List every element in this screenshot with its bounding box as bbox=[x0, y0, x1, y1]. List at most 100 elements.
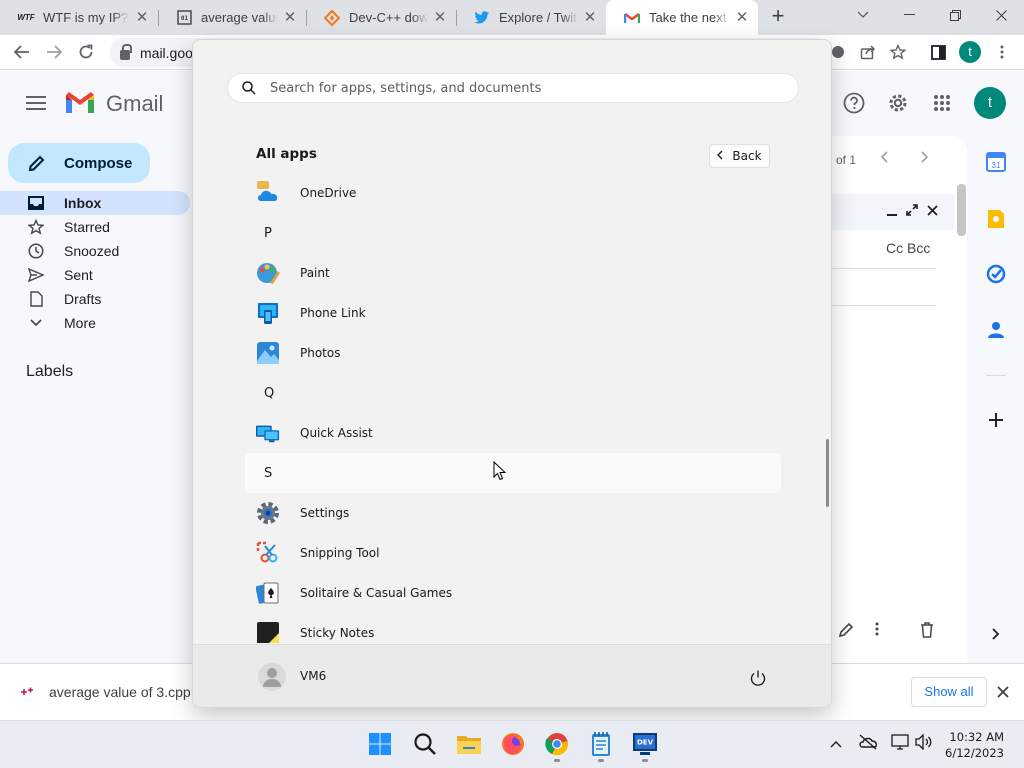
apps-grid-icon[interactable] bbox=[930, 91, 954, 115]
close-icon[interactable]: ✕ bbox=[282, 9, 298, 26]
nav-label: Drafts bbox=[64, 291, 102, 307]
calendar-icon[interactable]: 31 bbox=[983, 149, 1009, 175]
volume-icon[interactable] bbox=[915, 733, 933, 753]
restore-button[interactable] bbox=[932, 0, 978, 30]
letter-group-q[interactable]: Q bbox=[245, 373, 781, 413]
lock-icon bbox=[120, 43, 132, 60]
cloud-offline-icon[interactable] bbox=[858, 734, 878, 753]
show-hidden-icons-chevron-icon[interactable] bbox=[830, 735, 842, 751]
help-icon[interactable] bbox=[842, 91, 866, 115]
nav-label: Sent bbox=[64, 267, 93, 283]
app-item-phone-link[interactable]: Phone Link bbox=[245, 293, 781, 333]
app-item-paint[interactable]: Paint bbox=[245, 253, 781, 293]
devcpp-icon[interactable]: DEV bbox=[632, 731, 658, 757]
nav-item-drafts[interactable]: Drafts bbox=[0, 287, 190, 311]
tab-gmail[interactable]: Take the next st ✕ bbox=[606, 0, 758, 35]
compose-button[interactable]: Compose bbox=[8, 143, 150, 183]
taskbar-clock[interactable]: 10:32 AM 6/12/2023 bbox=[942, 729, 1004, 761]
app-name: Quick Assist bbox=[300, 426, 373, 440]
next-page-icon[interactable] bbox=[921, 151, 929, 166]
close-compose-icon[interactable] bbox=[927, 204, 938, 219]
chrome-icon[interactable] bbox=[544, 731, 570, 757]
app-item-onedrive[interactable]: OneDrive bbox=[245, 173, 781, 213]
tab-wtf-is-my-ip[interactable]: WTF WTF is my IP?!?! ✕ bbox=[0, 0, 158, 35]
tab-search-chevron-icon[interactable] bbox=[840, 0, 886, 30]
labels-heading: Labels bbox=[26, 363, 74, 380]
tasks-icon[interactable] bbox=[983, 261, 1009, 287]
keep-icon[interactable] bbox=[983, 206, 1009, 232]
tab-dev-cpp[interactable]: Dev-C++ down ✕ bbox=[306, 0, 456, 35]
notepad-icon[interactable] bbox=[588, 731, 614, 757]
nav-item-starred[interactable]: Starred bbox=[0, 215, 190, 239]
download-item[interactable]: average value of 3.cpp bbox=[20, 684, 191, 700]
discard-draft-icon[interactable] bbox=[920, 622, 934, 642]
more-options-icon[interactable] bbox=[875, 622, 879, 640]
close-download-bar-icon[interactable] bbox=[997, 682, 1009, 703]
close-window-button[interactable] bbox=[978, 0, 1024, 30]
mouse-cursor-icon bbox=[493, 460, 507, 486]
user-name[interactable]: VM6 bbox=[300, 669, 326, 683]
divider bbox=[832, 268, 936, 269]
share-icon[interactable] bbox=[856, 40, 880, 64]
contacts-icon[interactable] bbox=[983, 317, 1009, 343]
letter-group-s[interactable]: S bbox=[245, 453, 781, 493]
letter-group-p[interactable]: P bbox=[245, 213, 781, 253]
cc-bcc-link[interactable]: Cc Bcc bbox=[886, 240, 930, 256]
app-item-settings[interactable]: Settings bbox=[245, 493, 781, 533]
windows-start-icon[interactable] bbox=[367, 731, 393, 757]
power-icon[interactable] bbox=[749, 669, 767, 687]
search-icon[interactable] bbox=[412, 731, 438, 757]
file-explorer-icon[interactable] bbox=[456, 731, 482, 757]
reload-icon[interactable] bbox=[73, 39, 99, 65]
bookmark-star-icon[interactable] bbox=[886, 40, 910, 64]
chevron-down-icon bbox=[26, 319, 46, 327]
add-addon-icon[interactable] bbox=[983, 407, 1009, 433]
gmail-logo-icon[interactable] bbox=[64, 91, 96, 120]
more-vert-icon[interactable] bbox=[990, 40, 1014, 64]
svg-text:01: 01 bbox=[180, 15, 188, 22]
search-placeholder: Search for apps, settings, and documents bbox=[270, 80, 542, 96]
user-avatar-icon[interactable] bbox=[258, 663, 286, 691]
app-item-photos[interactable]: Photos bbox=[245, 333, 781, 373]
close-icon[interactable]: ✕ bbox=[734, 9, 750, 26]
expand-icon[interactable] bbox=[906, 204, 918, 219]
minimize-icon[interactable] bbox=[887, 204, 897, 219]
close-icon[interactable]: ✕ bbox=[134, 9, 150, 26]
app-name: Phone Link bbox=[300, 306, 366, 320]
close-icon[interactable]: ✕ bbox=[432, 9, 448, 26]
expand-side-panel-icon[interactable] bbox=[983, 621, 1009, 647]
tab-twitter[interactable]: Explore / Twitte ✕ bbox=[456, 0, 606, 35]
svg-text:DEV: DEV bbox=[637, 739, 654, 747]
app-item-sticky-notes[interactable]: Sticky Notes bbox=[245, 613, 781, 643]
back-button[interactable]: Back bbox=[709, 144, 770, 168]
address-text: mail.goo bbox=[140, 44, 193, 61]
back-arrow-icon[interactable] bbox=[9, 39, 35, 65]
network-icon[interactable] bbox=[891, 734, 909, 753]
account-avatar[interactable]: t bbox=[974, 87, 1006, 119]
minimize-button[interactable] bbox=[886, 0, 932, 30]
show-all-button[interactable]: Show all bbox=[911, 677, 987, 707]
app-item-solitaire[interactable]: Solitaire & Casual Games bbox=[245, 573, 781, 613]
prev-page-icon[interactable] bbox=[880, 151, 888, 166]
nav-item-sent[interactable]: Sent bbox=[0, 263, 190, 287]
nav-label: Starred bbox=[64, 219, 110, 235]
scrollbar-thumb[interactable] bbox=[957, 184, 966, 236]
start-menu-scrollbar[interactable] bbox=[826, 439, 829, 507]
nav-item-snoozed[interactable]: Snoozed bbox=[0, 239, 190, 263]
profile-avatar-icon[interactable]: t bbox=[959, 41, 981, 63]
forward-arrow-icon[interactable] bbox=[41, 39, 67, 65]
browser-tab-strip: WTF WTF is my IP?!?! ✕ 01 average value … bbox=[0, 0, 1024, 35]
new-tab-button[interactable]: + bbox=[766, 5, 790, 29]
app-item-quick-assist[interactable]: Quick Assist bbox=[245, 413, 781, 453]
nav-item-more[interactable]: More bbox=[0, 311, 190, 335]
settings-gear-icon[interactable] bbox=[886, 91, 910, 115]
side-panel-icon[interactable] bbox=[926, 40, 950, 64]
start-search-input[interactable]: Search for apps, settings, and documents bbox=[227, 73, 799, 103]
edit-signature-icon[interactable] bbox=[838, 622, 854, 642]
close-icon[interactable]: ✕ bbox=[582, 9, 598, 26]
app-item-snipping-tool[interactable]: Snipping Tool bbox=[245, 533, 781, 573]
main-menu-icon[interactable] bbox=[26, 96, 46, 110]
tab-average-value[interactable]: 01 average value c ✕ bbox=[158, 0, 306, 35]
nav-item-inbox[interactable]: Inbox bbox=[0, 191, 190, 215]
firefox-icon[interactable] bbox=[500, 731, 526, 757]
